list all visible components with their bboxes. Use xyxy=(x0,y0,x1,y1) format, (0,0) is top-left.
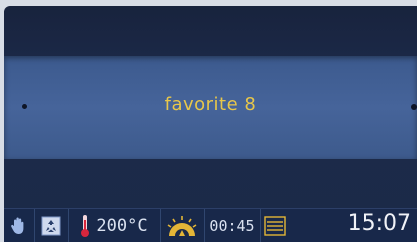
levels-icon xyxy=(264,216,286,236)
program-band[interactable]: favorite 8 xyxy=(4,56,417,159)
timer-value: 00:45 xyxy=(209,217,255,235)
temperature-value: 200°C xyxy=(96,216,148,236)
thermometer-icon xyxy=(81,215,90,237)
hand-button[interactable] xyxy=(4,209,35,242)
heat-mode-button[interactable] xyxy=(160,209,205,242)
heat-mode-icon xyxy=(167,216,197,236)
scroll-right-indicator xyxy=(411,104,417,110)
temperature-button[interactable]: 200°C xyxy=(68,209,161,242)
display-panel: favorite 8 200°C 00:45 15:07 xyxy=(4,6,417,242)
timer-button[interactable]: 00:45 xyxy=(204,209,261,242)
oven-display-screen: favorite 8 200°C 00:45 15:07 xyxy=(0,0,417,242)
levels-button[interactable] xyxy=(260,209,290,242)
status-bar: 200°C 00:45 15:07 xyxy=(4,208,417,242)
hand-icon xyxy=(11,217,24,234)
cleaning-icon xyxy=(41,216,61,236)
program-name: favorite 8 xyxy=(164,94,257,115)
cleaning-button[interactable] xyxy=(34,209,69,242)
clock: 15:07 xyxy=(347,211,411,236)
